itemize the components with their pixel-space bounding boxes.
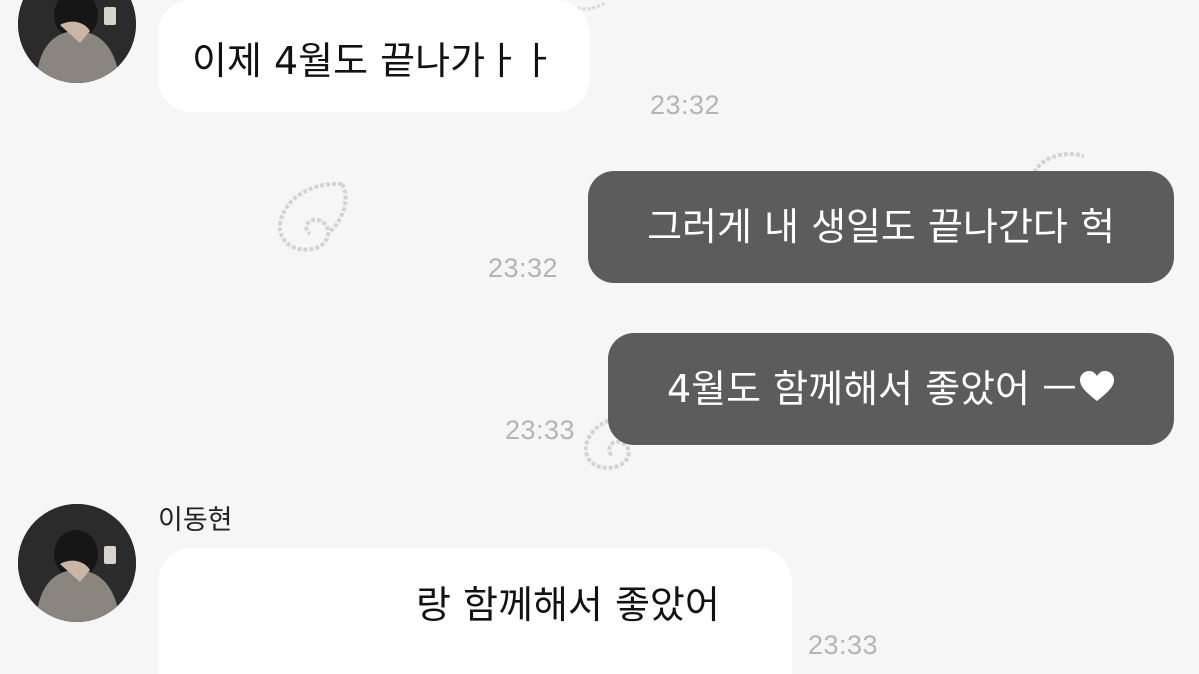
sender-name: 이동현 [158, 505, 233, 536]
message-text: 랑 함께해서 좋았어 [416, 583, 720, 627]
incoming-message-bubble[interactable]: 랑 함께해서 좋았어 [158, 548, 792, 674]
message-text: 이제 4월도 끝나가ㅏㅏ [192, 39, 555, 83]
message-timestamp: 23:33 [505, 415, 576, 445]
incoming-message-bubble[interactable]: 이제 4월도 끝나가ㅏㅏ [158, 0, 590, 112]
message-text: 그러게 내 생일도 끝나간다 헉 [647, 205, 1115, 249]
avatar[interactable] [18, 0, 136, 83]
message-text: 4월도 함께해서 좋았어 ㅡ [666, 367, 1077, 411]
outgoing-message-bubble[interactable]: 그러게 내 생일도 끝나간다 헉 [588, 171, 1174, 283]
heart-icon [1079, 366, 1115, 412]
message-timestamp: 23:32 [650, 90, 721, 120]
wing-doodle-icon [272, 178, 356, 260]
outgoing-message-bubble[interactable]: 4월도 함께해서 좋았어 ㅡ [608, 333, 1174, 445]
message-timestamp: 23:32 [488, 253, 559, 283]
message-timestamp: 23:33 [808, 630, 879, 660]
avatar[interactable] [18, 504, 136, 622]
